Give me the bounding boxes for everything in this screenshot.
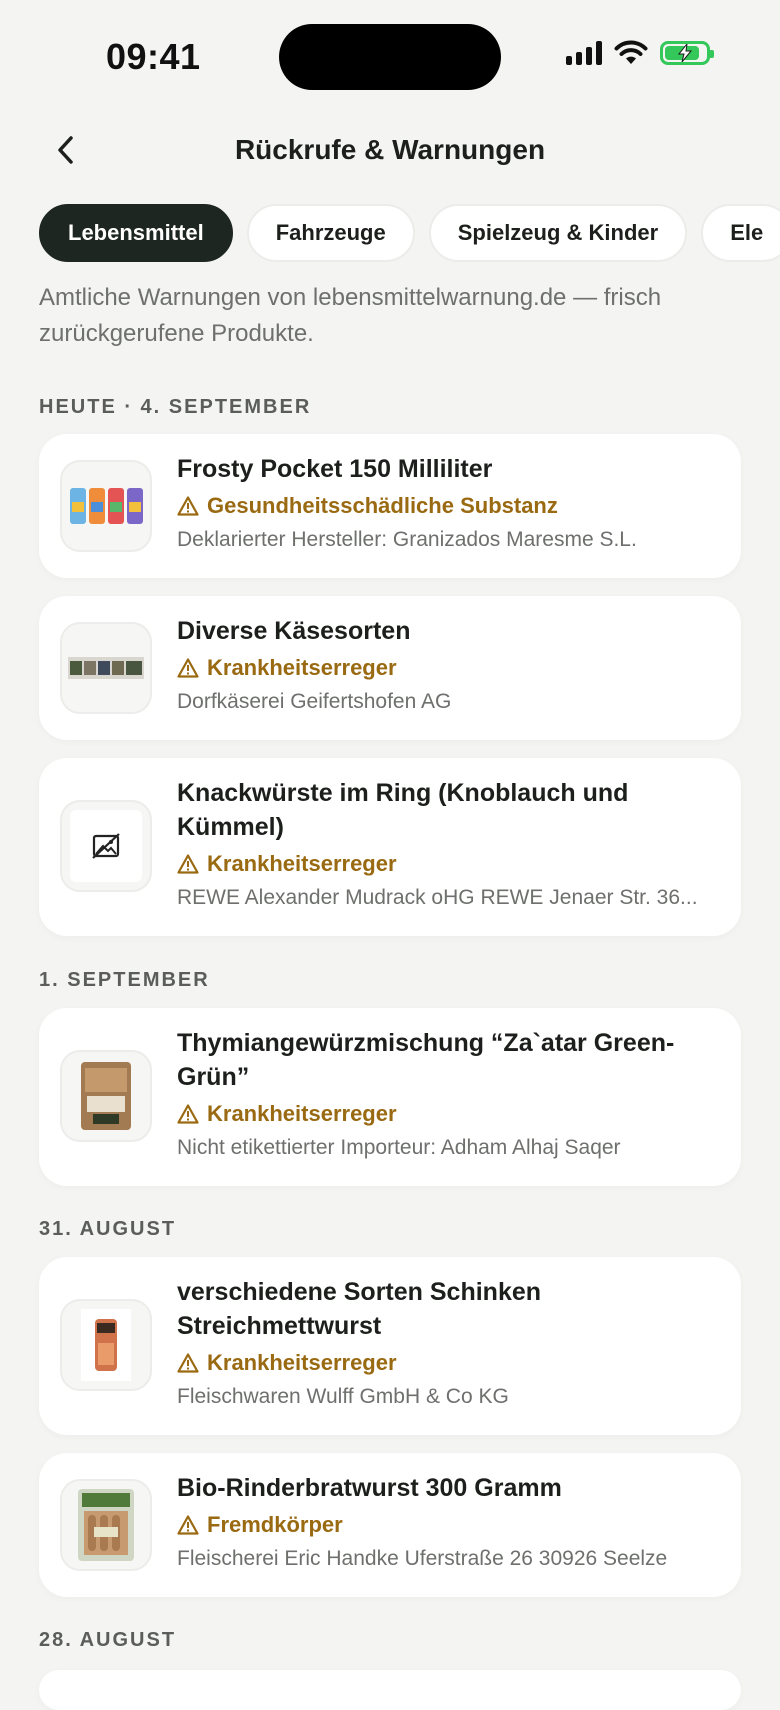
warning-triangle-icon (177, 854, 199, 874)
recall-subtitle: REWE Alexander Mudrack oHG REWE Jenaer S… (177, 886, 698, 909)
recall-warning: Krankheitserreger (177, 1347, 721, 1379)
section-label-31-august: 31. AUGUST (39, 1218, 177, 1240)
recall-title: Bio-Rinderbratwurst 300 Gramm (177, 1474, 562, 1502)
product-thumbnail (60, 1050, 152, 1142)
recall-subtitle: Deklarierter Hersteller: Granizados Mare… (177, 528, 637, 551)
recall-card[interactable]: Bio-Rinderbratwurst 300 Gramm Fremdkörpe… (39, 1453, 741, 1597)
recall-warning: Krankheitserreger (177, 652, 721, 684)
recall-warning-label: Krankheitserreger (207, 851, 397, 876)
warning-triangle-icon (177, 496, 199, 516)
recall-card[interactable]: Knackwürste im Ring (Knoblauch und Kümme… (39, 758, 741, 936)
cellular-signal-icon (566, 41, 602, 65)
section-label-today: HEUTE · 4. SEPTEMBER (39, 396, 312, 418)
category-tabs: Lebensmittel Fahrzeuge Spielzeug & Kinde… (39, 204, 780, 262)
recall-warning: Krankheitserreger (177, 1098, 721, 1130)
product-thumbnail (60, 1299, 152, 1391)
section-label-1-september: 1. SEPTEMBER (39, 969, 210, 991)
recall-title: Knackwürste im Ring (Knoblauch und Kümme… (177, 779, 629, 841)
tab-spielzeug-kinder[interactable]: Spielzeug & Kinder (428, 204, 688, 262)
recall-warning: Gesundheitsschädliche Substanz (177, 490, 721, 522)
recall-card[interactable]: Frosty Pocket 150 Milliliter Gesundheits… (39, 434, 741, 578)
product-thumbnail (60, 460, 152, 552)
dynamic-island (279, 24, 501, 90)
tab-lebensmittel[interactable]: Lebensmittel (39, 204, 233, 262)
recall-warning-label: Fremdkörper (207, 1512, 343, 1537)
wifi-icon (614, 40, 648, 64)
battery-charging-icon (660, 41, 714, 65)
tab-fahrzeuge[interactable]: Fahrzeuge (246, 204, 415, 262)
warning-triangle-icon (177, 658, 199, 678)
recall-subtitle: Dorfkäserei Geifertshofen AG (177, 690, 452, 713)
recall-card[interactable]: verschiedene Sorten Schinken Streichmett… (39, 1257, 741, 1435)
status-bar: 09:41 (0, 0, 780, 110)
section-label-28-august: 28. AUGUST (39, 1629, 177, 1651)
recall-subtitle: Nicht etikettierter Importeur: Adham Alh… (177, 1136, 621, 1159)
recall-warning: Krankheitserreger (177, 848, 721, 880)
navigation-bar: Rückrufe & Warnungen (0, 120, 780, 182)
status-time: 09:41 (106, 36, 201, 77)
recall-subtitle: Fleischerei Eric Handke Uferstraße 26 30… (177, 1547, 668, 1570)
product-thumbnail (60, 622, 152, 714)
recall-title: verschiedene Sorten Schinken Streichmett… (177, 1278, 542, 1340)
recall-title: Thymiangewürzmischung “Za`atar Green-Grü… (177, 1029, 675, 1091)
tab-elektro[interactable]: Ele (701, 204, 780, 262)
warning-triangle-icon (177, 1104, 199, 1124)
intro-text: Amtliche Warnungen von lebensmittelwarnu… (39, 284, 662, 347)
product-thumbnail (60, 1479, 152, 1571)
recall-subtitle: Fleischwaren Wulff GmbH & Co KG (177, 1385, 509, 1408)
recall-title: Frosty Pocket 150 Milliliter (177, 455, 493, 483)
recall-warning-label: Krankheitserreger (207, 1350, 397, 1375)
product-thumbnail (60, 800, 152, 892)
recall-warning-label: Gesundheitsschädliche Substanz (207, 493, 558, 518)
recall-card[interactable]: Thymiangewürzmischung “Za`atar Green-Grü… (39, 1008, 741, 1186)
recall-warning-label: Krankheitserreger (207, 655, 397, 680)
recall-warning: Fremdkörper (177, 1509, 721, 1541)
image-missing-icon (92, 833, 120, 859)
recall-card[interactable] (39, 1670, 741, 1710)
warning-triangle-icon (177, 1353, 199, 1373)
recall-title: Diverse Käsesorten (177, 617, 411, 645)
page-title: Rückrufe & Warnungen (234, 134, 546, 165)
recall-card[interactable]: Diverse Käsesorten Krankheitserreger Dor… (39, 596, 741, 740)
status-icons (566, 40, 714, 66)
warning-triangle-icon (177, 1515, 199, 1535)
recall-warning-label: Krankheitserreger (207, 1101, 397, 1126)
